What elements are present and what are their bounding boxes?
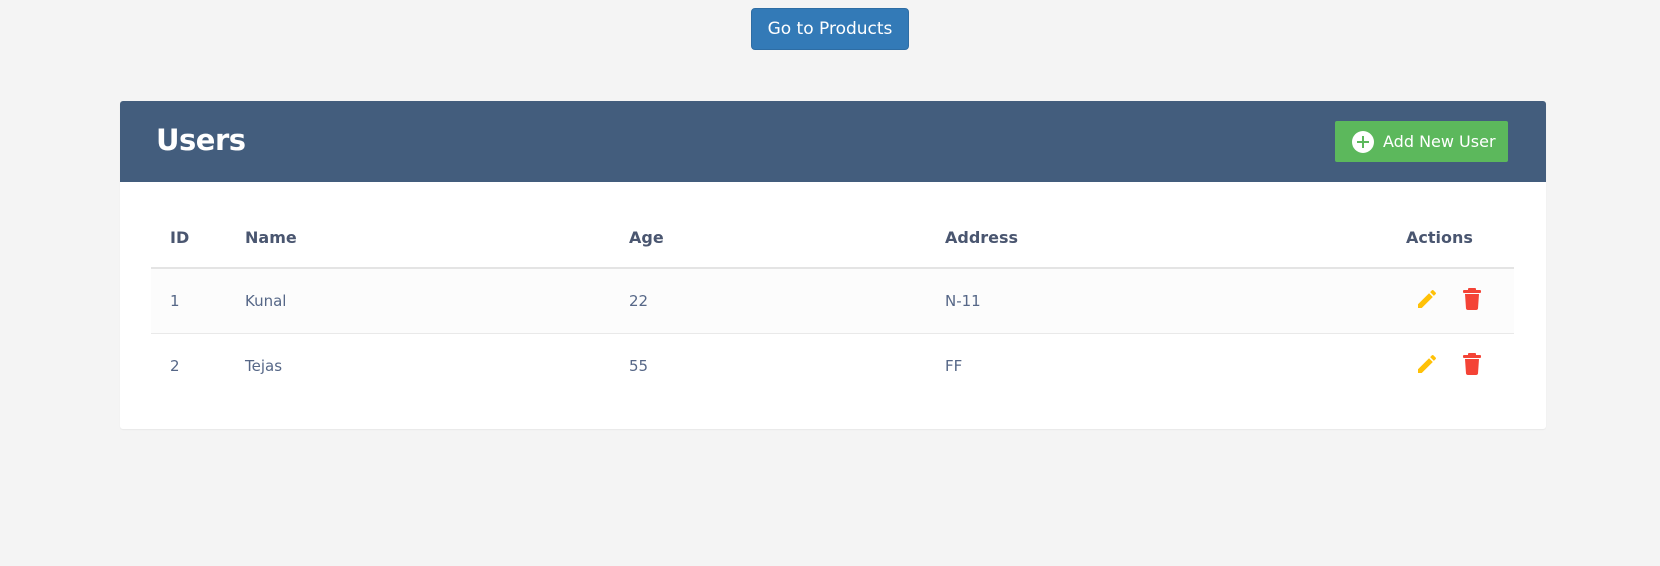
- cell-id: 1: [151, 268, 226, 334]
- panel-header: Users Add New User: [120, 101, 1546, 182]
- pencil-icon[interactable]: [1415, 287, 1439, 315]
- trash-icon[interactable]: [1462, 352, 1482, 380]
- column-header-actions: Actions: [1387, 207, 1514, 269]
- column-header-address: Address: [926, 207, 1387, 269]
- table-header-row: ID Name Age Address Actions: [151, 207, 1514, 269]
- top-bar: Go to Products: [0, 8, 1660, 50]
- cell-actions: [1387, 268, 1514, 334]
- cell-address: FF: [945, 357, 963, 375]
- cell-name: Tejas: [245, 357, 283, 375]
- cell-age: 22: [610, 268, 926, 334]
- add-new-user-label: Add New User: [1383, 132, 1496, 151]
- add-new-user-button[interactable]: Add New User: [1335, 121, 1508, 162]
- column-header-name: Name: [226, 207, 610, 269]
- cell-id: 2: [170, 357, 180, 375]
- trash-icon[interactable]: [1462, 287, 1482, 315]
- cell-actions: [1387, 334, 1514, 399]
- cell-address: N-11: [926, 268, 1387, 334]
- users-panel: Users Add New User ID Name Age Address A…: [120, 101, 1546, 429]
- go-to-products-button[interactable]: Go to Products: [751, 8, 909, 50]
- cell-name: Kunal: [226, 268, 610, 334]
- cell-age: 55: [629, 357, 649, 375]
- page-title: Users: [156, 123, 246, 157]
- table-row: 2 Tejas 55 FF: [151, 334, 1514, 399]
- column-header-age: Age: [610, 207, 926, 269]
- users-table: ID Name Age Address Actions 1 Kunal 22 N…: [151, 207, 1514, 398]
- column-header-id: ID: [151, 207, 226, 269]
- table-row: 1 Kunal 22 N-11: [151, 268, 1514, 334]
- plus-circle-icon: [1352, 130, 1374, 153]
- pencil-icon[interactable]: [1415, 352, 1439, 380]
